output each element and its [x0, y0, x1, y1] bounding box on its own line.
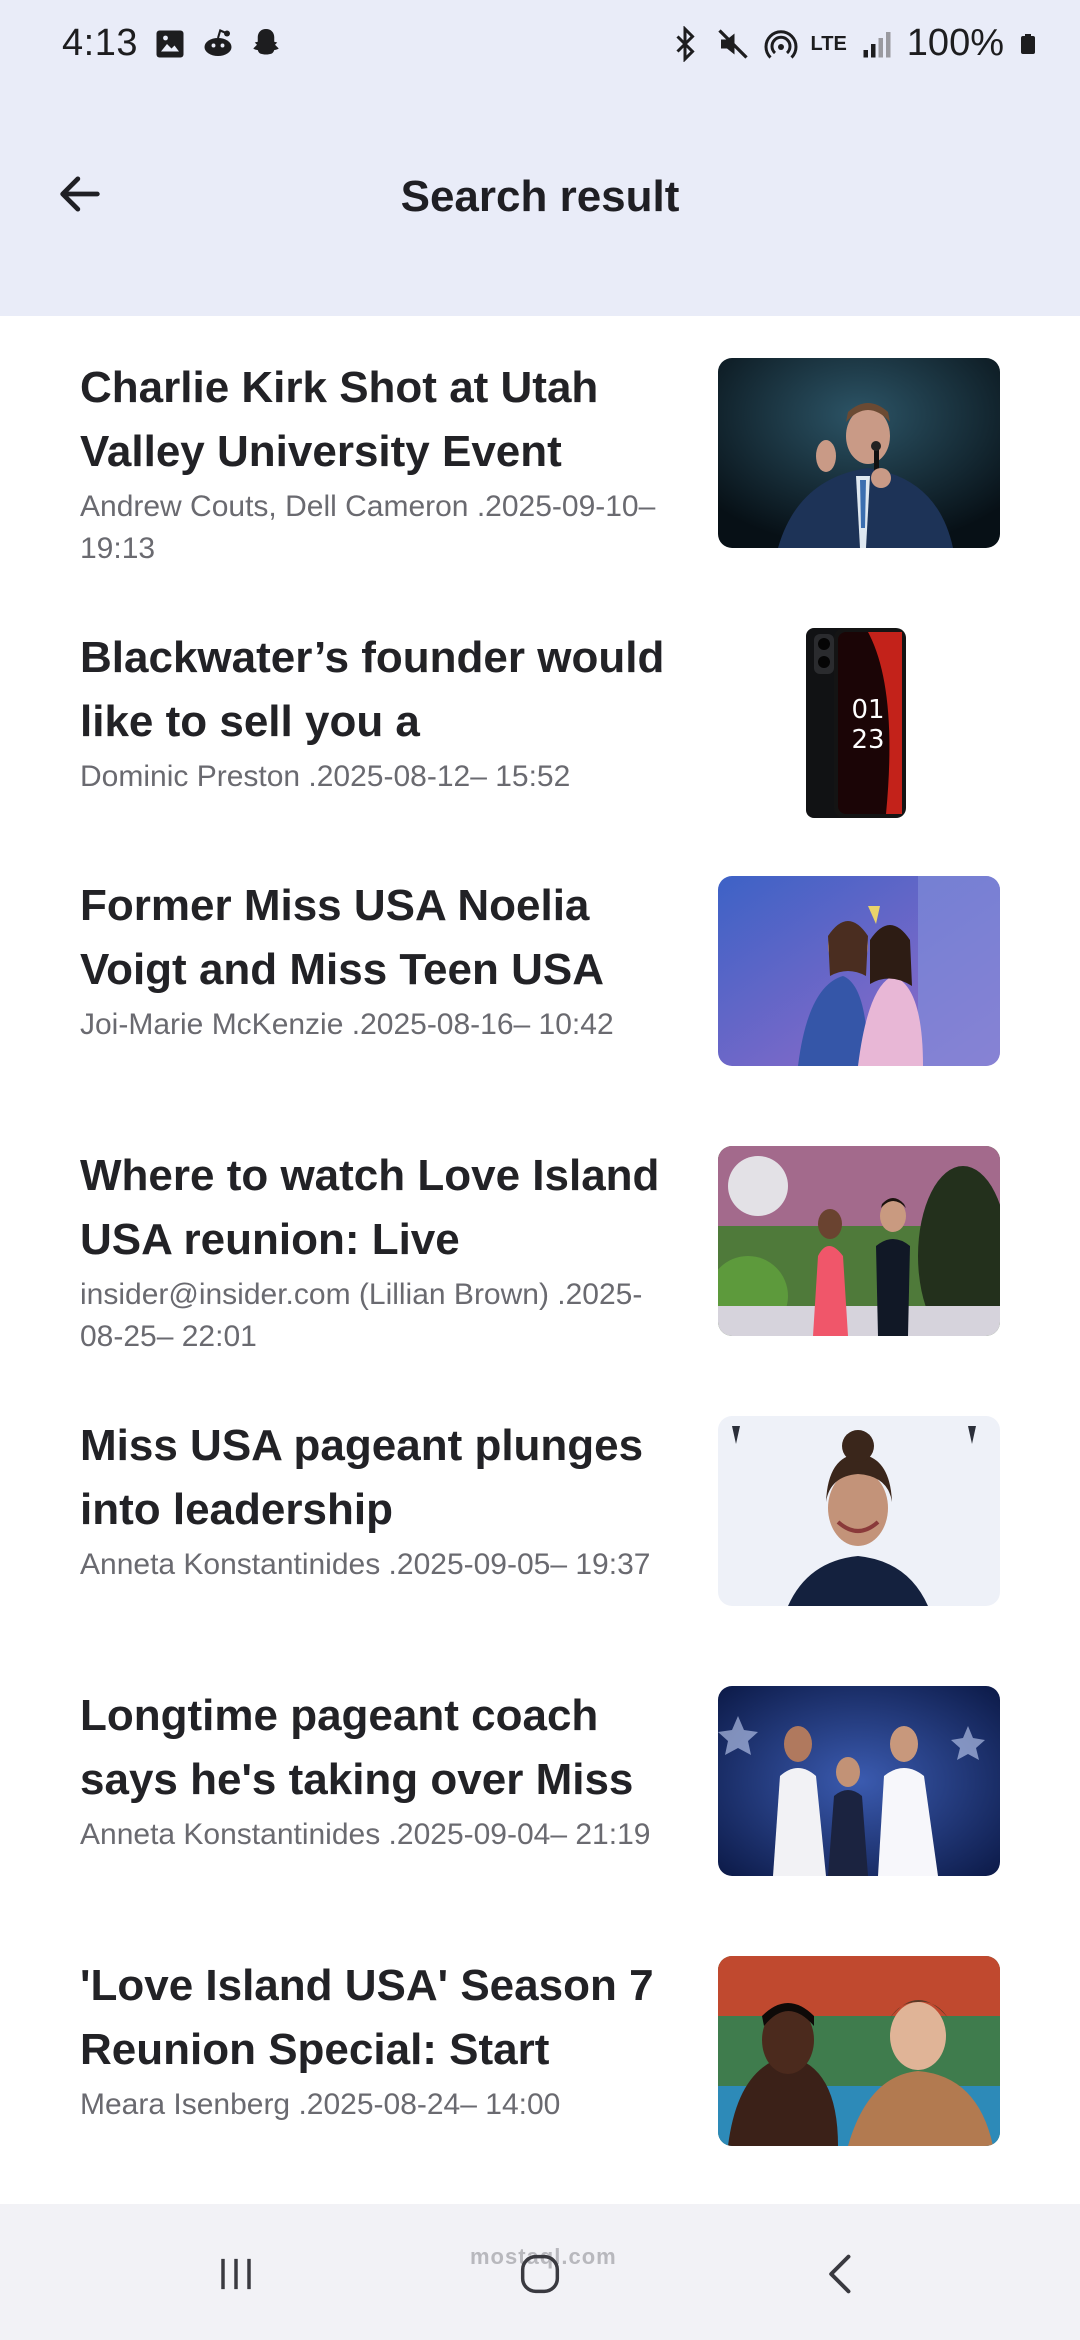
result-title: Longtime pageant coach says he's taking …: [80, 1691, 634, 1804]
result-thumbnail: [718, 1686, 1000, 1876]
battery-icon: [1021, 33, 1035, 54]
list-item[interactable]: Miss USA pageant plunges into leadership…: [0, 1374, 1080, 1644]
result-title: 'Love Island USA' Season 7 Reunion Speci…: [80, 1961, 654, 2074]
svg-text:01: 01: [851, 695, 884, 725]
result-meta: Dominic Preston .2025-08-12– 15:52: [80, 760, 571, 793]
result-meta: Anneta Konstantinides .2025-09-05– 19:37: [80, 1548, 651, 1581]
recent-apps-button[interactable]: [204, 2242, 268, 2306]
home-icon: [520, 2254, 560, 2294]
status-notification-icons: [152, 26, 284, 62]
result-thumbnail: 01 23: [718, 628, 1000, 818]
recent-apps-icon: [221, 2258, 251, 2290]
result-thumbnail: [718, 876, 1000, 1066]
pageant-embrace-photo: [718, 876, 1000, 1066]
page-title: Search result: [400, 172, 680, 221]
result-meta: Andrew Couts, Dell Cameron .2025-09-10– …: [80, 490, 656, 565]
result-title: Charlie Kirk Shot at Utah Valley Univers…: [80, 363, 599, 476]
result-thumbnail: [718, 358, 1000, 548]
couple-on-couch-photo: [718, 1956, 1000, 2146]
result-thumbnail: [718, 1146, 1000, 1336]
search-results-list[interactable]: Charlie Kirk Shot at Utah Valley Univers…: [0, 316, 1080, 2204]
list-item[interactable]: Blackwater’s founder would like to sell …: [0, 586, 1080, 856]
list-item-partial[interactable]: [0, 2184, 1080, 2204]
system-back-button[interactable]: [810, 2242, 874, 2306]
back-chevron-icon: [829, 2254, 851, 2294]
status-time: 4:13: [62, 22, 138, 64]
home-button[interactable]: [508, 2242, 572, 2306]
lte-icon: LTE: [810, 32, 847, 55]
list-item[interactable]: Longtime pageant coach says he's taking …: [0, 1644, 1080, 1914]
result-title: Former Miss USA Noelia Voigt and Miss Te…: [80, 881, 604, 994]
list-item[interactable]: Charlie Kirk Shot at Utah Valley Univers…: [0, 316, 1080, 586]
result-meta: Meara Isenberg .2025-08-24– 14:00: [80, 2088, 561, 2121]
result-thumbnail: [718, 1416, 1000, 1606]
result-thumbnail: [718, 1956, 1000, 2146]
image-icon: [156, 30, 184, 58]
status-system-icons: LTE 100%: [667, 22, 1041, 65]
list-item[interactable]: Where to watch Love Island USA reunion: …: [0, 1104, 1080, 1374]
result-title: Where to watch Love Island USA reunion: …: [80, 1151, 660, 1264]
result-title: Miss USA pageant plunges into leadership: [80, 1421, 644, 1534]
result-meta: insider@insider.com (Lillian Brown) .202…: [80, 1278, 643, 1353]
speaker-with-microphone-photo: [718, 358, 1000, 548]
black-smartphone-photo: 01 23: [718, 628, 1000, 818]
result-title: Blackwater’s founder would like to sell …: [80, 633, 665, 746]
reddit-icon: [204, 29, 232, 56]
result-meta: Joi-Marie McKenzie .2025-08-16– 10:42: [80, 1008, 614, 1041]
signal-icon: [863, 31, 891, 57]
system-nav-bar: mostaql.com: [0, 2204, 1080, 2340]
list-item[interactable]: 'Love Island USA' Season 7 Reunion Speci…: [0, 1914, 1080, 2184]
list-item[interactable]: Former Miss USA Noelia Voigt and Miss Te…: [0, 834, 1080, 1104]
hotspot-icon: [764, 29, 797, 59]
app-bar: Search result: [0, 90, 1080, 316]
snapchat-icon: [253, 29, 279, 55]
reunion-stage-couple-photo: [718, 1146, 1000, 1336]
pageant-winners-stage-photo: [718, 1686, 1000, 1876]
mute-icon: [717, 28, 748, 59]
battery-percent: 100%: [906, 22, 1004, 64]
result-meta: Anneta Konstantinides .2025-09-04– 21:19: [80, 1818, 651, 1851]
woman-at-press-wall-photo: [718, 1416, 1000, 1606]
bluetooth-icon: [675, 25, 695, 62]
status-bar: 4:13 LTE 100%: [0, 0, 1080, 90]
svg-text:23: 23: [851, 725, 884, 755]
